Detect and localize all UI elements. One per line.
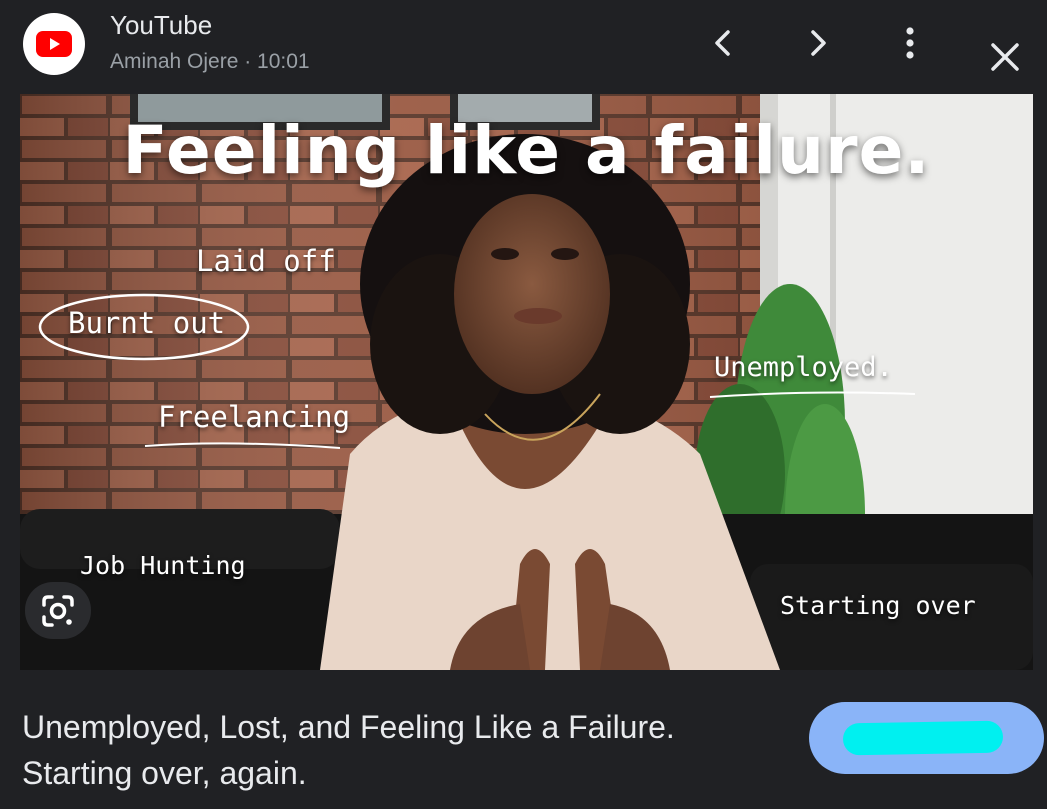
previous-button[interactable] <box>700 20 746 66</box>
caption-line-1: Unemployed, Lost, and Feeling Like a Fai… <box>22 709 675 745</box>
google-lens-icon <box>42 594 74 627</box>
annotation-laid-off: Laid off <box>196 244 336 278</box>
source-logo[interactable] <box>23 13 85 75</box>
close-button[interactable] <box>982 34 1028 80</box>
viewer-header: YouTube Aminah Ojere · 10:01 <box>0 0 1047 94</box>
youtube-logo-icon <box>36 31 72 57</box>
chevron-left-icon <box>715 30 730 56</box>
caption-line-2: Starting over, again. <box>22 755 307 791</box>
source-name[interactable]: YouTube <box>110 10 212 41</box>
source-meta: Aminah Ojere · 10:01 <box>110 50 310 73</box>
annotation-job-hunting: Job Hunting <box>80 551 246 580</box>
annotation-burnt-out: Burnt out <box>68 306 226 340</box>
annotation-unemployed: Unemployed. <box>714 352 893 383</box>
more-vert-icon <box>906 27 914 59</box>
close-icon <box>991 43 1019 71</box>
next-button[interactable] <box>795 20 841 66</box>
video-thumbnail[interactable]: Feeling like a failure. Laid off Burnt o… <box>20 94 1033 670</box>
annotation-freelancing: Freelancing <box>158 400 351 434</box>
redacted-label <box>842 720 1004 756</box>
lens-search-button[interactable] <box>25 582 91 639</box>
more-options-button[interactable] <box>887 20 933 66</box>
image-viewer-panel: YouTube Aminah Ojere · 10:01 Feeling lik… <box>0 0 1047 809</box>
annotation-starting-over: Starting over <box>780 591 976 620</box>
result-caption[interactable]: Unemployed, Lost, and Feeling Like a Fai… <box>22 704 782 796</box>
visit-button[interactable] <box>809 702 1044 774</box>
chevron-right-icon <box>811 30 826 56</box>
thumbnail-title-text: Feeling like a failure. <box>122 112 931 189</box>
